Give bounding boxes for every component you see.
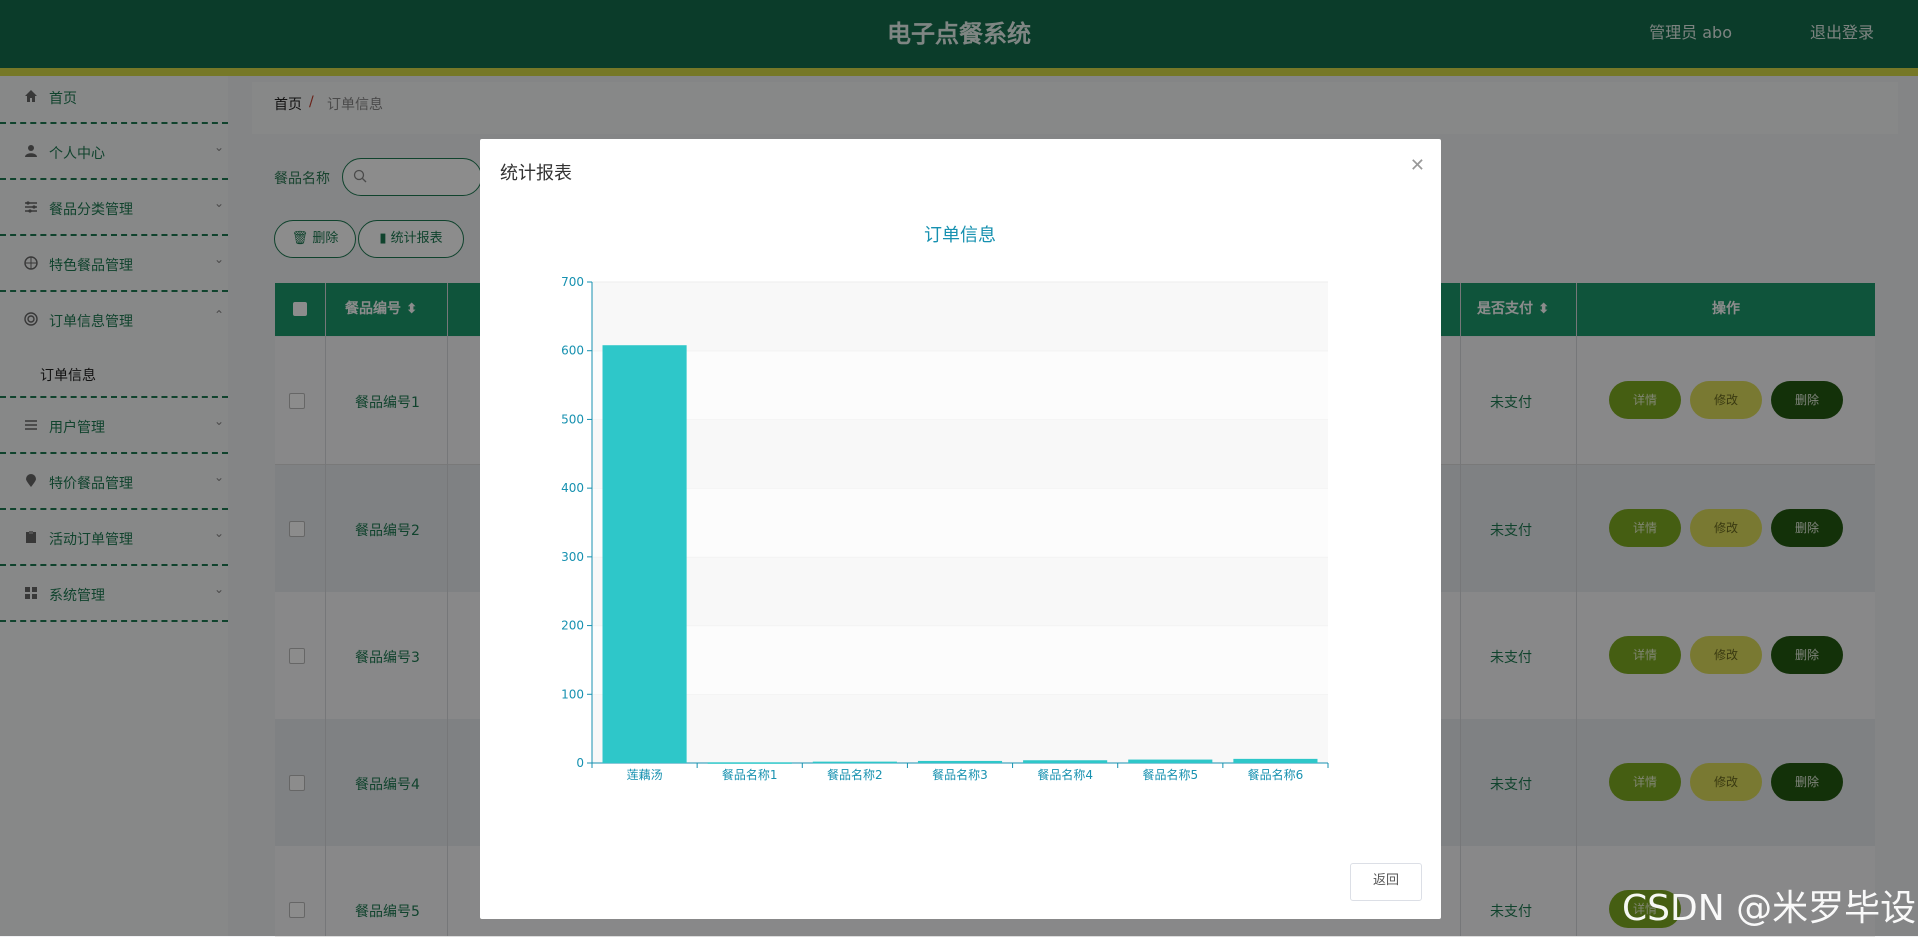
y-tick-label: 100 (561, 687, 584, 701)
x-tick-label: 莲藕汤 (627, 768, 663, 782)
y-tick-label: 700 (561, 275, 584, 289)
grid-band (592, 625, 1328, 695)
grid-band (592, 350, 1328, 420)
chart-title: 订单信息 (924, 225, 996, 246)
y-tick-label: 500 (561, 412, 584, 426)
y-tick-label: 400 (561, 481, 584, 495)
grid-band (592, 282, 1328, 351)
bar (1023, 760, 1108, 763)
return-button[interactable]: 返回 (1350, 863, 1422, 901)
y-tick-label: 600 (561, 344, 584, 358)
y-tick-label: 300 (561, 550, 584, 564)
bar (917, 760, 1003, 763)
grid-band (592, 488, 1328, 557)
y-tick-label: 200 (561, 619, 584, 633)
x-tick-label: 餐品名称6 (1248, 767, 1304, 782)
grid-band (592, 694, 1328, 763)
bar (1128, 759, 1213, 763)
x-tick-label: 餐品名称1 (722, 767, 778, 782)
x-tick-label: 餐品名称2 (827, 767, 883, 782)
watermark: CSDN @米罗毕设 (1622, 888, 1917, 929)
x-tick-label: 餐品名称4 (1037, 767, 1093, 782)
report-dialog: 统计报表 ✕ 订单信息 0 100 200 300 400 500 600 700 莲藕汤 餐品名称… (480, 139, 1441, 919)
bar (602, 345, 687, 763)
grid-band (592, 419, 1328, 489)
x-tick-label: 餐品名称3 (932, 767, 988, 782)
y-tick-label: 0 (576, 756, 584, 770)
x-tick-label: 餐品名称5 (1142, 767, 1198, 782)
bar (812, 761, 897, 764)
bar (707, 762, 792, 764)
order-chart: 订单信息 0 100 200 300 400 500 600 700 莲藕汤 餐品名称1 餐品名称2 餐… (561, 225, 1329, 782)
bar (1233, 758, 1318, 763)
grid-band (592, 556, 1328, 626)
